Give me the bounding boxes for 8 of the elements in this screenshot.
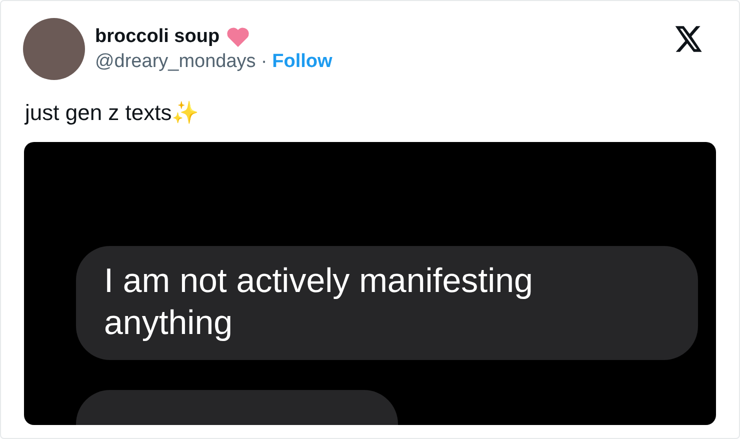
tweet-text: just gen z texts✨ [25,100,200,126]
author-handle: @dreary_mondays [95,50,256,72]
author-name: broccoli soup [95,26,220,48]
x-logo-icon[interactable] [675,26,703,52]
separator: · [260,50,268,72]
message-bubble: I am not actively manifesting anything [76,246,698,360]
heart-icon [226,26,250,48]
follow-link[interactable]: Follow [272,50,332,72]
